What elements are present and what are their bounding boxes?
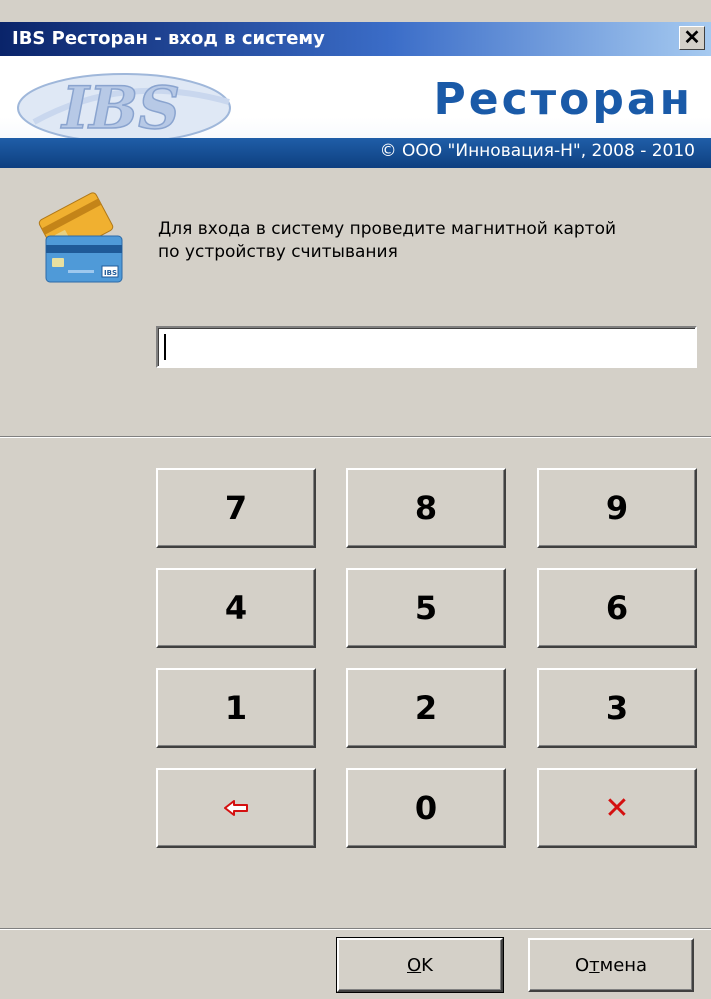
svg-text:IBS: IBS: [104, 269, 117, 277]
key-9[interactable]: 9: [537, 468, 697, 548]
key-7[interactable]: 7: [156, 468, 316, 548]
login-dialog: IBS Ресторан - вход в систему ✕ IBS Рест…: [0, 0, 711, 999]
instructions-line-2: по устройству считывания: [158, 242, 398, 262]
svg-text:IBS: IBS: [60, 74, 180, 142]
key-1[interactable]: 1: [156, 668, 316, 748]
banner: IBS Ресторан © ООО "Инновация-Н", 2008 -…: [0, 56, 711, 168]
app-name: Ресторан: [433, 74, 693, 125]
card-code-input[interactable]: [156, 326, 697, 368]
text-caret: [164, 334, 166, 360]
ok-label-rest: K: [421, 954, 433, 976]
instructions-line-1: Для входа в систему проведите магнитной …: [158, 219, 617, 239]
ok-mnemonic: O: [407, 954, 422, 976]
close-icon: ✕: [683, 27, 701, 49]
ok-button[interactable]: OK: [336, 937, 504, 993]
banner-strip: © ООО "Инновация-Н", 2008 - 2010: [0, 138, 711, 168]
key-8[interactable]: 8: [346, 468, 506, 548]
cancel-label-rest: мена: [599, 954, 648, 976]
copyright-text: © ООО "Инновация-Н", 2008 - 2010: [379, 141, 695, 161]
magnetic-card-icon: IBS: [38, 192, 123, 283]
key-6[interactable]: 6: [537, 568, 697, 648]
clear-button[interactable]: ✕: [537, 768, 697, 848]
title-bar: IBS Ресторан - вход в систему ✕: [0, 22, 711, 56]
window-title: IBS Ресторан - вход в систему: [12, 28, 325, 49]
close-button[interactable]: ✕: [679, 26, 705, 50]
key-0[interactable]: 0: [346, 768, 506, 848]
key-3[interactable]: 3: [537, 668, 697, 748]
login-instructions: Для входа в систему проведите магнитной …: [158, 218, 698, 264]
divider-bottom: [0, 928, 711, 930]
cancel-button[interactable]: От мена: [528, 938, 694, 992]
key-2[interactable]: 2: [346, 668, 506, 748]
cancel-mnemonic: т: [589, 954, 600, 976]
backspace-arrow-icon: [224, 800, 248, 816]
backspace-button[interactable]: [156, 768, 316, 848]
divider-top: [0, 436, 711, 438]
clear-icon: ✕: [604, 790, 630, 826]
key-4[interactable]: 4: [156, 568, 316, 648]
cancel-label-start: О: [574, 954, 590, 976]
key-5[interactable]: 5: [346, 568, 506, 648]
